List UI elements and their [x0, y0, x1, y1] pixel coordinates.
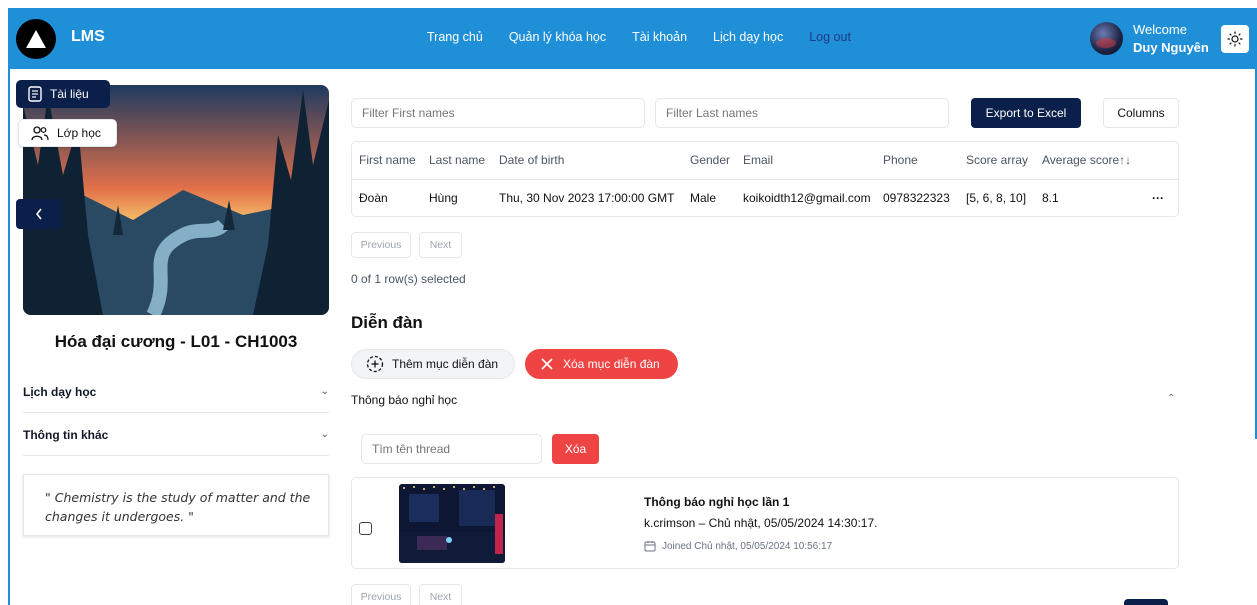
delete-forum-label: Xóa mục diễn đàn: [563, 357, 660, 371]
row-actions-menu-icon[interactable]: ···: [1152, 191, 1164, 205]
frame-border-left: [8, 69, 10, 605]
column-header-email[interactable]: Email: [743, 153, 773, 167]
brand-name[interactable]: LMS: [71, 28, 105, 46]
cell-score-array: [5, 6, 8, 10]: [966, 191, 1027, 205]
forum-section-title[interactable]: Thông báo nghỉ học: [351, 393, 457, 407]
class-button[interactable]: Lớp học: [18, 119, 117, 147]
welcome-block: Welcome Duy Nguyên: [1133, 21, 1209, 57]
chevron-up-icon[interactable]: ⌃: [1167, 393, 1175, 404]
column-header-score-array[interactable]: Score array: [966, 153, 1028, 167]
thread-delete-button[interactable]: Xóa: [552, 434, 599, 464]
nav-course-management[interactable]: Quản lý khóa học: [509, 30, 606, 44]
table-divider: [352, 179, 1178, 180]
close-icon: [541, 358, 553, 370]
nav-logout[interactable]: Log out: [809, 30, 851, 44]
course-title: Hóa đại cương - L01 - CH1003: [54, 332, 298, 351]
average-score-label: Average score: [1042, 153, 1120, 167]
chevron-down-icon: ⌄: [320, 386, 329, 397]
thread-joined-text: Joined Chủ nhật, 05/05/2024 10:56:17: [662, 540, 833, 552]
theme-toggle-button[interactable]: [1221, 25, 1249, 53]
thread-thumbnail: [399, 484, 505, 563]
accordion-teaching-schedule[interactable]: Lịch dạy học ⌄: [23, 371, 329, 413]
forum-next-button[interactable]: Next: [419, 584, 462, 605]
documents-label: Tài liệu: [50, 87, 89, 101]
export-excel-button[interactable]: Export to Excel: [971, 98, 1081, 128]
thread-checkbox[interactable]: [359, 522, 372, 535]
users-icon: [31, 126, 49, 141]
forum-previous-button[interactable]: Previous: [351, 584, 411, 605]
document-icon: [28, 86, 42, 102]
column-header-gender[interactable]: Gender: [690, 153, 730, 167]
students-table: First name Last name Date of birth Gende…: [351, 141, 1179, 217]
cell-dob: Thu, 30 Nov 2023 17:00:00 GMT: [499, 191, 675, 205]
thread-card[interactable]: Thông báo nghỉ học lần 1 k.crimson – Chủ…: [351, 477, 1179, 569]
add-forum-button[interactable]: Thêm mục diễn đàn: [351, 349, 515, 379]
user-avatar[interactable]: [1090, 22, 1123, 55]
column-header-phone[interactable]: Phone: [883, 153, 918, 167]
cell-last-name: Hùng: [429, 191, 458, 205]
column-header-last-name[interactable]: Last name: [429, 153, 485, 167]
column-header-dob[interactable]: Date of birth: [499, 153, 564, 167]
columns-button[interactable]: Columns: [1103, 98, 1179, 128]
calendar-icon: [644, 541, 656, 552]
selection-status: 0 of 1 row(s) selected: [351, 272, 466, 286]
cell-gender: Male: [690, 191, 717, 205]
thread-joined: Joined Chủ nhật, 05/05/2024 10:56:17: [644, 540, 832, 552]
thread-search-input[interactable]: [361, 434, 542, 464]
thread-title[interactable]: Thông báo nghỉ học lần 1: [644, 495, 789, 509]
sun-icon: [1227, 31, 1243, 47]
course-quote: " Chemistry is the study of matter and t…: [23, 474, 329, 536]
cell-phone: 0978322323: [883, 191, 950, 205]
main-nav: Trang chủ Quản lý khóa học Tài khoản Lịc…: [427, 30, 877, 44]
table-next-button[interactable]: Next: [419, 232, 462, 258]
partial-button[interactable]: [1124, 599, 1168, 605]
cell-email: koikoidth12@gmail.com: [743, 191, 871, 205]
column-header-first-name[interactable]: First name: [359, 153, 416, 167]
add-forum-label: Thêm mục diễn đàn: [392, 357, 499, 371]
collapse-sidebar-button[interactable]: [16, 199, 62, 229]
nav-account[interactable]: Tài khoản: [632, 30, 687, 44]
welcome-text: Welcome: [1133, 22, 1187, 37]
sort-icon: ↑↓: [1119, 153, 1132, 167]
accordion-label: Thông tin khác: [23, 427, 109, 442]
cell-first-name: Đoàn: [359, 191, 388, 205]
filter-last-name-input[interactable]: [655, 98, 949, 128]
forum-title: Diễn đàn: [351, 313, 423, 332]
documents-button[interactable]: Tài liệu: [16, 80, 110, 108]
plus-circle-icon: [366, 355, 384, 373]
filter-first-name-input[interactable]: [351, 98, 645, 128]
nav-teaching-schedule[interactable]: Lịch dạy học: [713, 30, 783, 44]
top-navbar: LMS Trang chủ Quản lý khóa học Tài khoản…: [8, 8, 1257, 69]
column-header-average-score[interactable]: Average score↑↓: [1042, 153, 1131, 167]
logo-icon[interactable]: [16, 19, 56, 59]
chevron-left-icon: [35, 208, 42, 220]
accordion-other-info[interactable]: Thông tin khác ⌄: [23, 414, 329, 456]
delete-forum-button[interactable]: Xóa mục diễn đàn: [525, 349, 678, 379]
accordion-label: Lịch dạy học: [23, 384, 97, 399]
chevron-down-icon: ⌄: [320, 429, 329, 440]
nav-home[interactable]: Trang chủ: [427, 30, 483, 44]
thread-meta: k.crimson – Chủ nhật, 05/05/2024 14:30:1…: [644, 516, 878, 530]
table-previous-button[interactable]: Previous: [351, 232, 411, 258]
user-name: Duy Nguyên: [1133, 40, 1209, 55]
class-label: Lớp học: [57, 126, 101, 140]
cell-average-score: 8.1: [1042, 191, 1059, 205]
